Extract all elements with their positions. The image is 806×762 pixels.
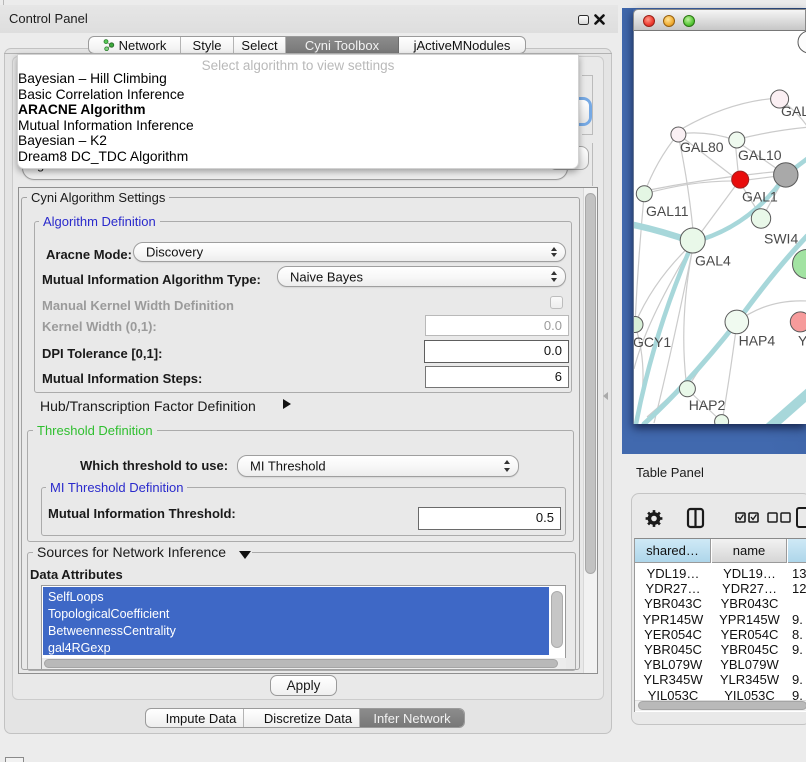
svg-text:GAL4: GAL4: [695, 253, 731, 269]
svg-text:HAP4: HAP4: [739, 333, 776, 349]
svg-text:SWI4: SWI4: [764, 231, 798, 247]
svg-text:GAL10: GAL10: [738, 147, 782, 163]
svg-text:GAL1: GAL1: [742, 189, 778, 205]
svg-text:GAL2: GAL2: [781, 103, 806, 119]
svg-text:GCY1: GCY1: [634, 334, 671, 350]
svg-text:GAL11: GAL11: [646, 203, 689, 219]
svg-text:YM: YM: [798, 333, 806, 349]
svg-text:HAP2: HAP2: [689, 397, 726, 413]
svg-text:GAL80: GAL80: [680, 139, 724, 155]
